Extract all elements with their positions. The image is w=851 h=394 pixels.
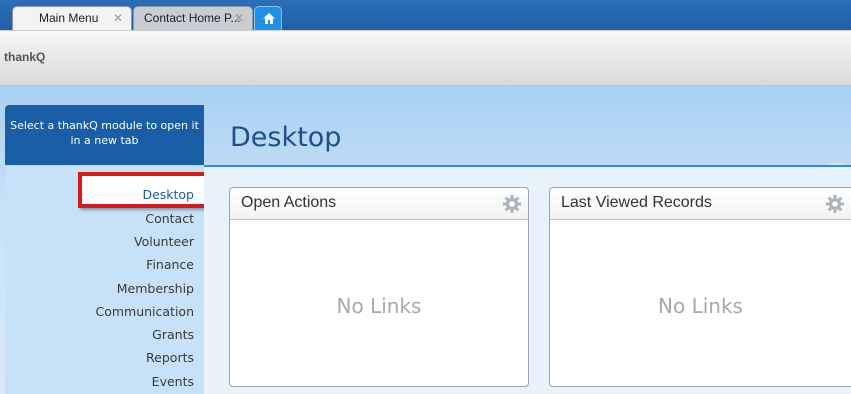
tab-label: Main Menu — [39, 11, 99, 25]
page-title: Desktop — [230, 122, 342, 153]
tab-main-menu[interactable]: Main Menu ✕ — [12, 6, 132, 30]
gear-icon[interactable] — [502, 194, 522, 214]
module-item-reports[interactable]: Reports — [5, 348, 194, 368]
module-item-finance[interactable]: Finance — [5, 255, 194, 275]
module-item-grants[interactable]: Grants — [5, 325, 194, 345]
module-panel-header: Select a thankQ module to open it in a n… — [5, 105, 204, 165]
widget-empty-message: No Links — [658, 294, 743, 318]
last-viewed-records-widget: Last Viewed Records No Links — [549, 187, 851, 387]
widget-header: Open Actions — [230, 188, 528, 220]
widget-header: Last Viewed Records — [550, 188, 851, 220]
close-icon[interactable]: ✕ — [234, 7, 244, 29]
app-header-bar: thankQ — [0, 30, 851, 86]
module-item-desktop[interactable]: Desktop — [5, 185, 194, 205]
module-item-events[interactable]: Events — [5, 372, 194, 392]
widget-empty-message: No Links — [336, 294, 422, 318]
widget-title: Last Viewed Records — [561, 194, 712, 211]
gear-icon[interactable] — [825, 194, 845, 214]
tab-contact-home[interactable]: Contact Home P... ✕ — [133, 6, 253, 30]
widget-title: Open Actions — [241, 194, 337, 211]
module-item-contact[interactable]: Contact — [5, 209, 194, 229]
tab-label: Contact Home P... — [144, 11, 241, 25]
home-tab-button[interactable] — [254, 6, 282, 30]
home-icon — [263, 13, 275, 24]
app-title: thankQ — [4, 50, 46, 64]
tab-strip: Main Menu ✕ Contact Home P... ✕ — [0, 0, 851, 30]
page-heading-area: Desktop — [204, 105, 851, 167]
module-item-membership[interactable]: Membership — [5, 279, 194, 299]
close-icon[interactable]: ✕ — [113, 7, 123, 29]
module-item-communication[interactable]: Communication — [5, 302, 194, 322]
open-actions-widget: Open Actions No Links — [229, 187, 529, 387]
module-item-volunteer[interactable]: Volunteer — [5, 232, 194, 252]
